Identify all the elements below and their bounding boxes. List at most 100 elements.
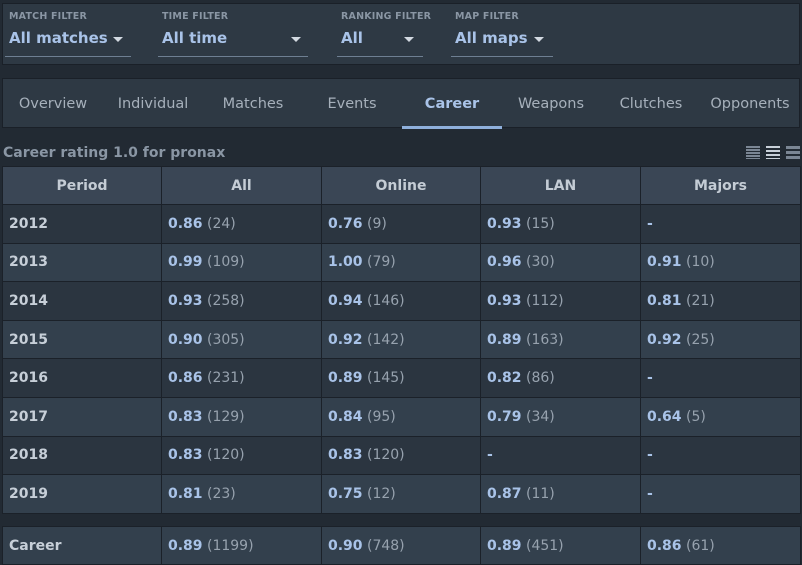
- match-count: (748): [367, 537, 405, 554]
- table-row: 2015 0.90 (305) 0.92 (142) 0.89 (163) 0.92 (…: [2, 319, 801, 360]
- tab-events[interactable]: Events: [302, 79, 402, 128]
- tab-clutches[interactable]: Clutches: [601, 79, 701, 128]
- rating-value: 0.87: [487, 485, 522, 502]
- online-cell: 0.94 (146): [321, 281, 481, 321]
- match-count: (61): [686, 537, 715, 554]
- all-cell: 0.90 (305): [161, 319, 322, 360]
- rating-value: 0.81: [647, 292, 682, 309]
- rating-value: 0.84: [328, 408, 363, 425]
- match-count: (86): [526, 370, 555, 387]
- match-count: (9): [367, 215, 387, 232]
- ranking-filter-value: All: [341, 29, 363, 47]
- tab-overview[interactable]: Overview: [3, 79, 103, 128]
- match-count: (120): [367, 447, 405, 464]
- rating-value: 0.94: [328, 292, 363, 309]
- online-cell: 0.83 (120): [321, 435, 481, 476]
- tab-opponents[interactable]: Opponents: [701, 79, 799, 128]
- rating-value: 0.86: [168, 370, 203, 387]
- map-filter-dropdown[interactable]: All maps: [451, 24, 553, 57]
- tab-individual[interactable]: Individual: [103, 79, 203, 128]
- career-majors-cell: 0.86 (61): [640, 526, 801, 565]
- match-filter-dropdown[interactable]: All matches: [5, 24, 131, 57]
- ranking-filter: RANKING FILTER All: [337, 4, 431, 66]
- table-row: 2012 0.86 (24) 0.76 (9) 0.93 (15) -: [2, 204, 801, 244]
- career-summary-table: Career 0.89 (1199) 0.90 (748) 0.89 (451)…: [2, 526, 801, 565]
- rating-value: 0.92: [328, 331, 363, 348]
- match-filter-value: All matches: [9, 29, 108, 47]
- time-filter-label: TIME FILTER: [162, 11, 229, 22]
- period-cell: 2019: [2, 474, 162, 514]
- wide-list-icon[interactable]: [786, 145, 800, 159]
- rating-value: 0.81: [168, 485, 203, 502]
- match-count: (112): [526, 292, 564, 309]
- rating-value: 0.76: [328, 215, 363, 232]
- time-filter-dropdown[interactable]: All time: [158, 24, 308, 57]
- table-row: 2014 0.93 (258) 0.94 (146) 0.93 (112) 0.81 (…: [2, 281, 801, 321]
- online-cell: 1.00 (79): [321, 242, 481, 283]
- compact-list-icon[interactable]: [746, 145, 760, 159]
- all-cell: 0.86 (24): [161, 204, 322, 244]
- map-filter-label: MAP FILTER: [455, 11, 519, 22]
- period-cell: 2018: [2, 435, 162, 476]
- column-header-lan[interactable]: LAN: [480, 166, 641, 205]
- match-count: (11): [526, 485, 555, 502]
- match-count: (23): [207, 485, 236, 502]
- match-count: (231): [207, 370, 245, 387]
- lan-cell: 0.93 (15): [480, 204, 641, 244]
- rating-value: 0.83: [168, 447, 203, 464]
- table-header-row: Period All Online LAN Majors: [2, 166, 801, 205]
- stats-tabs: Overview Individual Matches Events Caree…: [2, 78, 800, 129]
- time-filter-value: All time: [162, 29, 228, 47]
- rating-value: 0.82: [487, 370, 522, 387]
- online-cell: 0.84 (95): [321, 396, 481, 437]
- ranking-filter-dropdown[interactable]: All: [337, 24, 423, 57]
- table-row: 2018 0.83 (120) 0.83 (120) - -: [2, 435, 801, 476]
- tab-career[interactable]: Career: [402, 79, 502, 129]
- period-cell: 2015: [2, 319, 162, 360]
- career-stats-table: Period All Online LAN Majors 2012 0.86 (2…: [2, 166, 801, 514]
- lan-cell: -: [480, 435, 641, 476]
- match-count: (10): [686, 254, 715, 271]
- majors-cell: 0.91 (10): [640, 242, 801, 283]
- career-total-row: Career 0.89 (1199) 0.90 (748) 0.89 (451)…: [2, 526, 801, 565]
- tab-matches[interactable]: Matches: [203, 79, 303, 128]
- majors-cell: -: [640, 204, 801, 244]
- chevron-down-icon: [291, 37, 301, 42]
- chevron-down-icon: [404, 37, 414, 42]
- lan-cell: 0.87 (11): [480, 474, 641, 514]
- ranking-filter-label: RANKING FILTER: [341, 11, 432, 22]
- online-cell: 0.89 (145): [321, 358, 481, 398]
- online-cell: 0.92 (142): [321, 319, 481, 360]
- majors-cell: -: [640, 474, 801, 514]
- match-count: (146): [367, 292, 405, 309]
- tab-weapons[interactable]: Weapons: [501, 79, 601, 128]
- match-count: (142): [367, 331, 405, 348]
- rating-value: 0.75: [328, 485, 363, 502]
- period-cell: 2017: [2, 396, 162, 437]
- online-cell: 0.75 (12): [321, 474, 481, 514]
- column-header-online[interactable]: Online: [321, 166, 481, 205]
- chevron-down-icon: [113, 37, 123, 42]
- match-count: (305): [207, 331, 245, 348]
- rating-value: 0.99: [168, 254, 203, 271]
- rating-value: -: [647, 485, 653, 502]
- map-filter: MAP FILTER All maps: [451, 4, 553, 66]
- column-header-period[interactable]: Period: [2, 166, 162, 205]
- match-count: (34): [526, 408, 555, 425]
- column-header-majors[interactable]: Majors: [640, 166, 801, 205]
- match-count: (1199): [207, 537, 254, 554]
- match-filter-label: MATCH FILTER: [9, 11, 87, 22]
- column-header-all[interactable]: All: [161, 166, 322, 205]
- filter-bar: MATCH FILTER All matches TIME FILTER All…: [2, 3, 800, 65]
- table-title: Career rating 1.0 for pronax: [3, 145, 226, 161]
- majors-cell: 0.92 (25): [640, 319, 801, 360]
- all-cell: 0.86 (231): [161, 358, 322, 398]
- match-count: (109): [207, 254, 245, 271]
- rating-value: 0.64: [647, 408, 682, 425]
- list-icon[interactable]: [766, 145, 780, 159]
- lan-cell: 0.93 (112): [480, 281, 641, 321]
- map-filter-value: All maps: [455, 29, 528, 47]
- rating-value: 0.79: [487, 408, 522, 425]
- match-count: (25): [686, 331, 715, 348]
- match-count: (451): [526, 537, 564, 554]
